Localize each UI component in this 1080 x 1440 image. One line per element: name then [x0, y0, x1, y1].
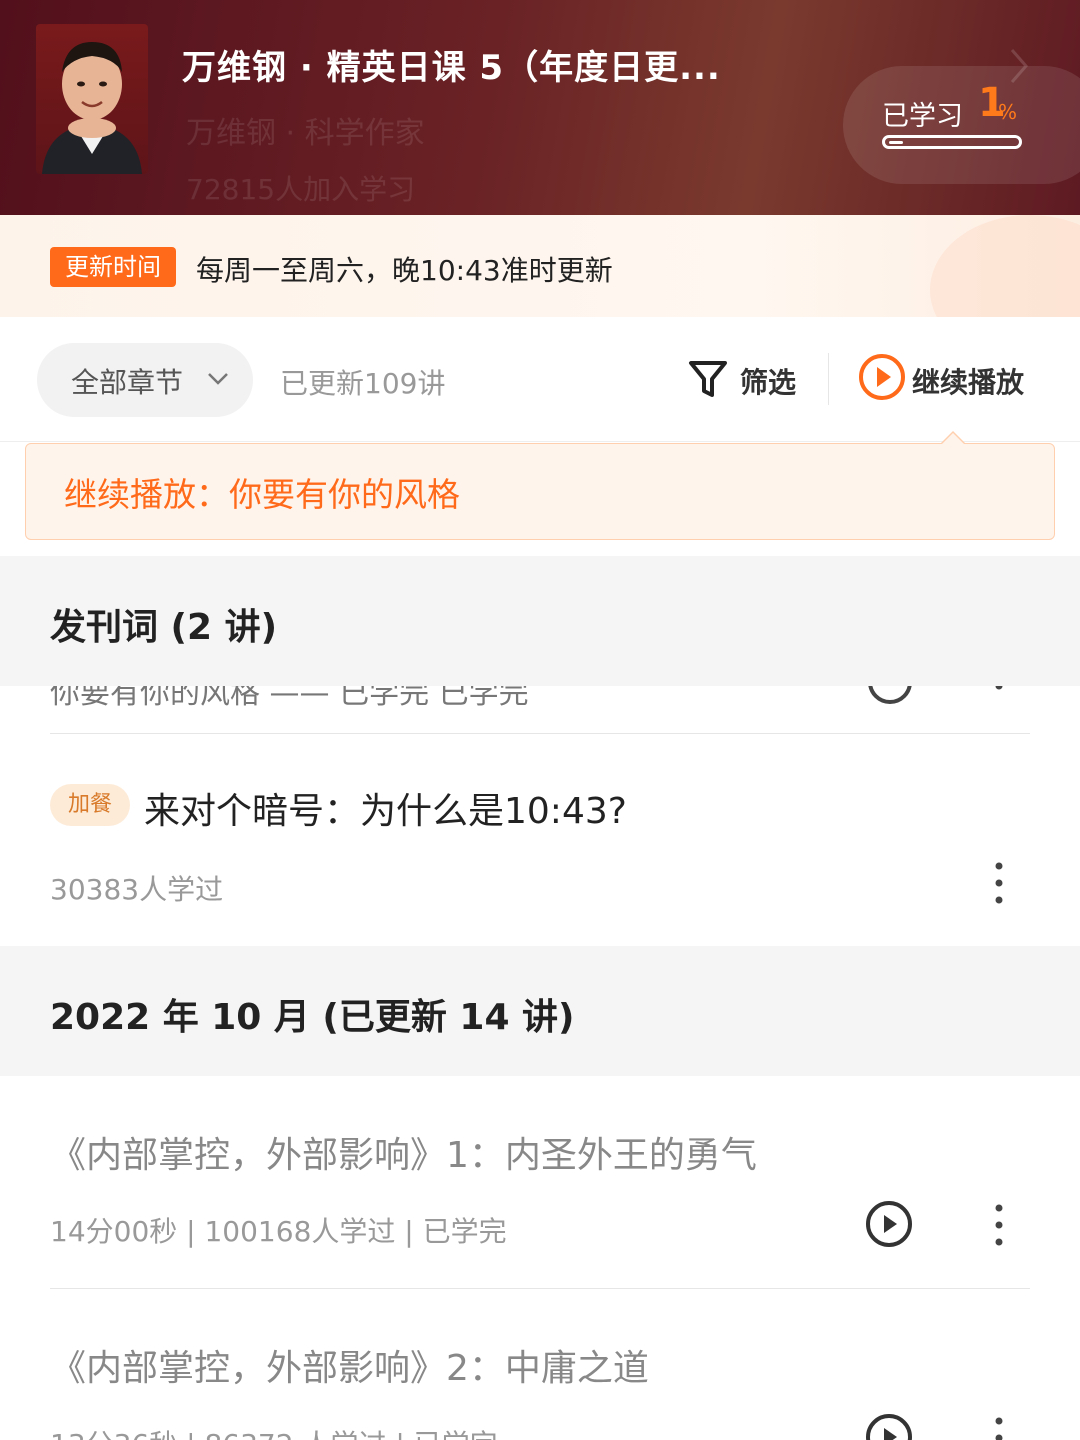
- progress-unit: %: [998, 100, 1018, 124]
- play-circle-icon[interactable]: [865, 1413, 913, 1440]
- item-meta: 13分36秒 | 86372 人学过 | 已学完: [50, 1423, 498, 1440]
- item-meta: 14分00秒 | 100168人学过 | 已学完: [50, 1215, 507, 1248]
- all-chapters-label: 全部章节: [71, 366, 184, 399]
- progress-bar: [882, 135, 1022, 149]
- course-author: 万维钢 · 科学作家: [186, 116, 425, 151]
- play-circle-icon[interactable]: [866, 686, 914, 706]
- list-item[interactable]: 加餐 来对个暗号：为什么是10:43? 30383人学过: [0, 734, 1080, 946]
- progress-label: 已学习: [882, 101, 963, 132]
- progress-bar-fill: [889, 141, 903, 144]
- list-item[interactable]: 《内部掌控，外部影响》2：中庸之道 13分36秒 | 86372 人学过 | 已…: [0, 1289, 1080, 1440]
- course-title: 万维钢 · 精英日课 5（年度日更...: [182, 48, 721, 88]
- bonus-badge: 加餐: [50, 784, 130, 826]
- continue-play-tooltip-text: 继续播放：你要有你的风格: [64, 475, 460, 514]
- toolbar-divider: [828, 353, 829, 405]
- section-header[interactable]: 发刊词 (2 讲): [0, 556, 1080, 686]
- continue-play-label: 继续播放: [912, 366, 1025, 399]
- decorative-circle: [930, 215, 1080, 317]
- play-circle-icon[interactable]: [865, 1200, 913, 1248]
- course-header: 万维钢 · 精英日课 5（年度日更... 万维钢 · 科学作家 72815人加入…: [0, 0, 1080, 215]
- list-item-clipped[interactable]: 你要有你的风格 —— 已学完 已学完: [0, 686, 1080, 734]
- continue-play-button[interactable]: 继续播放: [858, 353, 1048, 405]
- update-schedule-bar: 更新时间 每周一至周六，晚10:43准时更新: [0, 215, 1080, 317]
- update-schedule-text: 每周一至周六，晚10:43准时更新: [196, 254, 613, 287]
- item-title: 来对个暗号：为什么是10:43?: [144, 791, 627, 832]
- filter-button[interactable]: 筛选: [686, 355, 806, 403]
- list-item[interactable]: 《内部掌控，外部影响》1：内圣外王的勇气 14分00秒 | 100168人学过 …: [0, 1076, 1080, 1288]
- author-avatar: [36, 24, 148, 174]
- item-title: 《内部掌控，外部影响》2：中庸之道: [50, 1348, 649, 1389]
- all-chapters-dropdown[interactable]: 全部章节: [37, 343, 253, 417]
- more-vertical-icon[interactable]: [992, 1415, 1006, 1440]
- section-title: 2022 年 10 月 (已更新 14 讲): [50, 997, 575, 1038]
- continue-play-tooltip[interactable]: 继续播放：你要有你的风格: [25, 443, 1055, 540]
- update-time-badge: 更新时间: [50, 247, 176, 287]
- tooltip-arrow-fill: [941, 433, 965, 445]
- chapter-filter-row: 全部章节 已更新109讲 筛选 继续播放: [0, 317, 1080, 442]
- item-title: 《内部掌控，外部影响》1：内圣外王的勇气: [50, 1135, 757, 1176]
- updated-lecture-count: 已更新109讲: [280, 367, 446, 400]
- chevron-down-icon: [208, 373, 228, 385]
- play-circle-icon: [859, 354, 905, 400]
- section-title: 发刊词 (2 讲): [50, 607, 278, 648]
- more-vertical-icon[interactable]: [992, 860, 1006, 906]
- more-vertical-icon[interactable]: [992, 686, 1006, 720]
- clipped-item-text: 你要有你的风格 —— 已学完 已学完: [50, 686, 529, 711]
- item-meta: 30383人学过: [50, 873, 224, 906]
- joined-count: 72815人加入学习: [186, 173, 416, 206]
- funnel-icon: [689, 361, 727, 397]
- author-portrait-image: [42, 42, 142, 174]
- more-vertical-icon[interactable]: [992, 1202, 1006, 1248]
- filter-label: 筛选: [740, 366, 797, 399]
- section-header[interactable]: 2022 年 10 月 (已更新 14 讲): [0, 946, 1080, 1076]
